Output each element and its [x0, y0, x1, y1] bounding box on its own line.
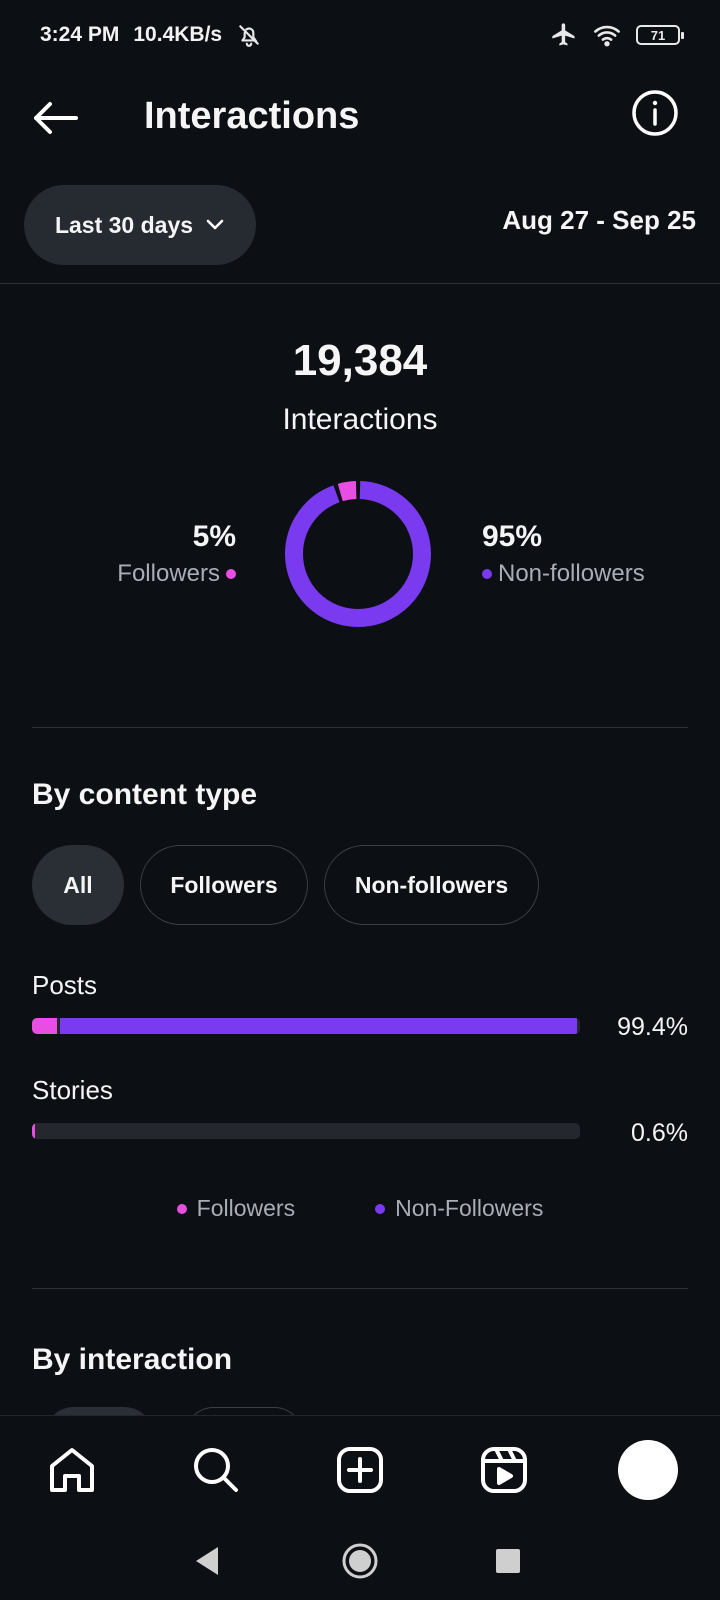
bottom-nav: [0, 1415, 720, 1525]
posts-label: Posts: [32, 970, 98, 1000]
total-interactions-label: Interactions: [282, 403, 438, 436]
divider: [0, 283, 720, 284]
chevron-down-icon: [206, 219, 224, 230]
content-type-legend: Followers Non-Followers: [0, 1195, 720, 1222]
bell-off-icon: [239, 25, 259, 47]
date-range-dropdown[interactable]: Last 30 days: [24, 185, 256, 265]
back-arrow-icon[interactable]: [30, 92, 82, 144]
search-icon[interactable]: [188, 1442, 244, 1498]
divider: [32, 727, 688, 728]
posts-followers-segment: [32, 1018, 57, 1034]
nonfollowers-label: Non-followers: [498, 560, 645, 587]
nonfollowers-summary: 95% Non-followers: [482, 520, 645, 588]
home-icon[interactable]: [44, 1442, 100, 1498]
followers-dot: [226, 569, 236, 579]
chip-nonfollowers[interactable]: Non-followers: [324, 845, 539, 925]
total-interactions-value: 19,384: [292, 336, 428, 385]
date-range-dropdown-label: Last 30 days: [54, 211, 194, 238]
airplane-icon: [552, 23, 575, 46]
system-home-icon[interactable]: [338, 1539, 382, 1583]
followers-percent: 5%: [192, 520, 236, 553]
nonfollowers-percent: 95%: [482, 520, 543, 553]
nonfollowers-dot: [375, 1203, 386, 1214]
content-type-title: By content type: [32, 778, 258, 811]
interaction-title: By interaction: [32, 1343, 233, 1376]
posts-value: 99.4%: [617, 1013, 688, 1041]
stories-followers-segment: [32, 1123, 36, 1139]
wifi-icon: [594, 25, 620, 47]
page-title: Interactions: [144, 95, 360, 137]
legend-label: Followers: [196, 1195, 296, 1221]
divider: [32, 1288, 688, 1289]
profile-avatar[interactable]: [618, 1440, 678, 1500]
followers-donut-chart: [285, 481, 431, 627]
legend-nonfollowers: Non-Followers: [375, 1195, 543, 1222]
legend-followers: Followers: [176, 1195, 296, 1222]
create-icon[interactable]: [332, 1442, 388, 1498]
chip-label: All: [63, 871, 93, 898]
followers-dot: [176, 1203, 187, 1214]
stories-bar: [32, 1123, 580, 1139]
reels-icon[interactable]: [476, 1442, 532, 1498]
battery-level: 71: [650, 27, 666, 43]
system-back-icon[interactable]: [186, 1539, 230, 1583]
posts-bar: [32, 1018, 580, 1034]
posts-nonfollowers-segment: [59, 1018, 577, 1034]
chip-followers[interactable]: Followers: [140, 845, 308, 925]
legend-label: Non-Followers: [395, 1195, 544, 1221]
info-icon[interactable]: [630, 88, 680, 138]
date-range-text: Aug 27 - Sep 25: [502, 205, 696, 235]
nonfollowers-dot: [482, 569, 492, 579]
stories-label: Stories: [32, 1075, 113, 1105]
system-recents-icon[interactable]: [486, 1539, 530, 1583]
status-bar: 3:24 PM 10.4KB/s 71: [0, 0, 720, 70]
top-bar: Interactions: [0, 70, 720, 180]
donut-nonfollowers-arc: [285, 481, 431, 627]
battery-icon: 71: [636, 25, 684, 45]
chip-label: Followers: [170, 871, 278, 898]
system-nav-bar: [0, 1525, 720, 1600]
status-time: 3:24 PM: [40, 23, 120, 46]
network-speed: 10.4KB/s: [133, 23, 223, 46]
followers-label: Followers: [117, 560, 220, 587]
followers-summary: 5% Followers: [117, 520, 236, 588]
chip-label: Non-followers: [354, 871, 509, 898]
stories-value: 0.6%: [631, 1119, 688, 1147]
chip-all[interactable]: All: [32, 845, 124, 925]
